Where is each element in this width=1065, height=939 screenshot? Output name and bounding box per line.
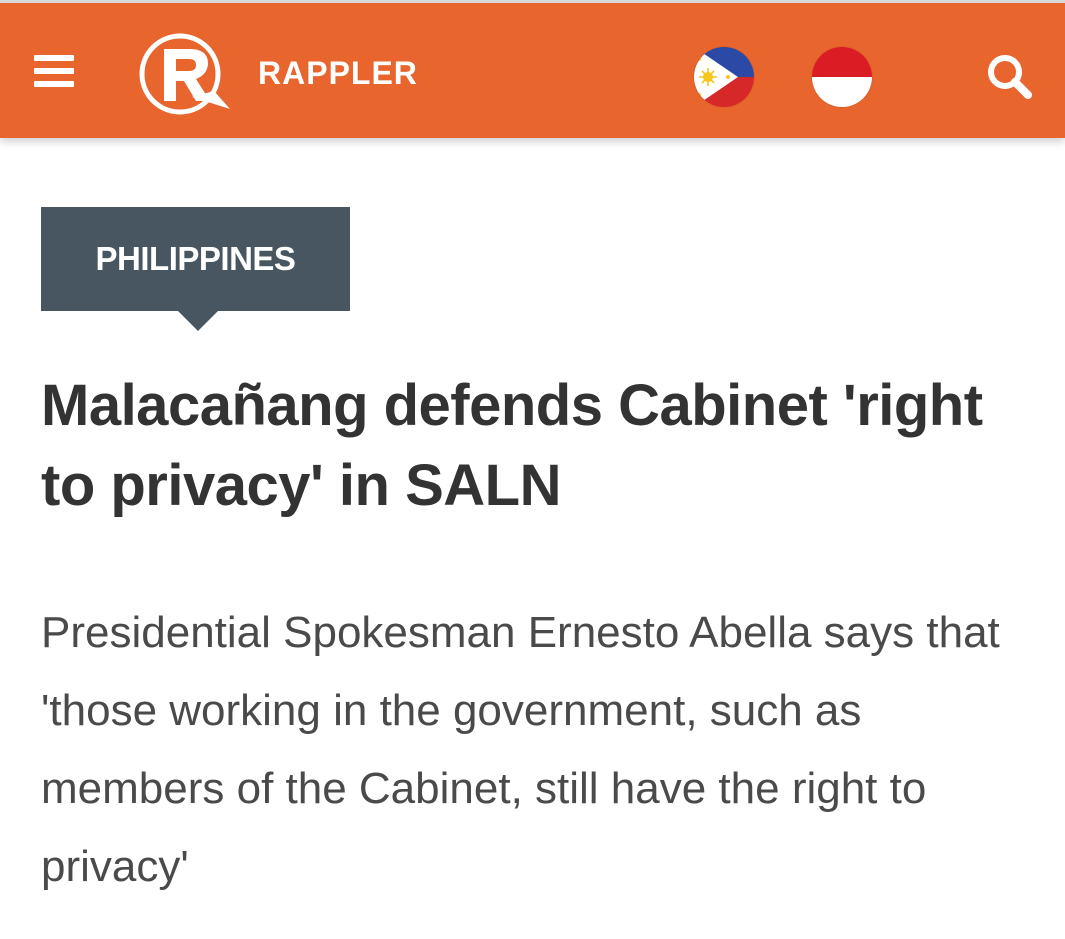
indonesia-flag-icon bbox=[812, 47, 872, 107]
section-tag-label: PHILIPPINES bbox=[95, 240, 296, 277]
brand-name: RAPPLER bbox=[258, 55, 418, 91]
hamburger-menu-icon bbox=[34, 55, 74, 61]
hamburger-menu-icon bbox=[34, 81, 74, 87]
philippines-edition-button[interactable] bbox=[694, 47, 754, 107]
section-tag-pointer bbox=[177, 310, 219, 331]
philippines-flag-icon bbox=[694, 47, 754, 107]
site-header: RAPPLER bbox=[0, 0, 1065, 138]
article-summary: Presidential Spokesman Ernesto Abella sa… bbox=[41, 608, 1000, 891]
hamburger-menu-icon bbox=[34, 68, 74, 74]
rappler-logo-link[interactable]: RAPPLER bbox=[134, 31, 444, 117]
article-headline: Malacañang defends Cabinet 'right to pri… bbox=[41, 373, 983, 518]
rappler-logo-icon bbox=[139, 33, 230, 115]
section-tag[interactable]: PHILIPPINES bbox=[41, 207, 350, 311]
search-button[interactable] bbox=[982, 49, 1038, 105]
indonesia-edition-button[interactable] bbox=[812, 47, 872, 107]
menu-button[interactable] bbox=[26, 47, 82, 95]
search-icon bbox=[988, 55, 1032, 99]
